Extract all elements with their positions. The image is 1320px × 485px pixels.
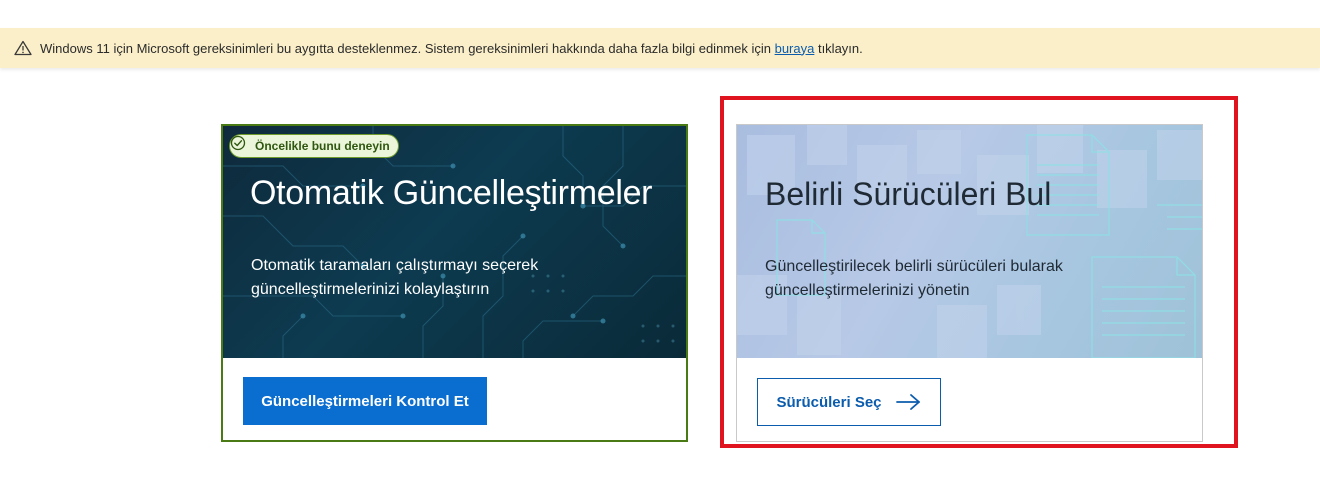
automatic-updates-title: Otomatik Güncelleştirmeler — [250, 174, 653, 212]
try-this-first-badge: Öncelikle bunu deneyin — [229, 134, 399, 158]
automatic-updates-description: Otomatik taramaları çalıştırmayı seçerek… — [251, 257, 539, 298]
banner-text: Windows 11 için Microsoft gereksinimleri… — [40, 41, 863, 56]
highlight-box — [720, 96, 1238, 448]
automatic-updates-card: Öncelikle bunu deneyin Otomatik Güncelle… — [221, 124, 688, 442]
circuit-board-image — [223, 126, 686, 358]
check-for-updates-button[interactable]: Güncelleştirmeleri Kontrol Et — [243, 377, 487, 425]
check-circle-icon — [230, 135, 250, 154]
automatic-updates-hero: Öncelikle bunu deneyin Otomatik Güncelle… — [223, 126, 686, 358]
banner-text-end: tıklayın. — [814, 40, 863, 56]
badge-label: Öncelikle bunu deneyin — [255, 139, 390, 153]
banner-link[interactable]: buraya — [775, 41, 815, 56]
banner-text-start: Windows 11 için Microsoft gereksinimleri… — [40, 40, 775, 56]
compatibility-warning-banner: Windows 11 için Microsoft gereksinimleri… — [0, 28, 1320, 68]
warning-icon — [14, 40, 32, 56]
